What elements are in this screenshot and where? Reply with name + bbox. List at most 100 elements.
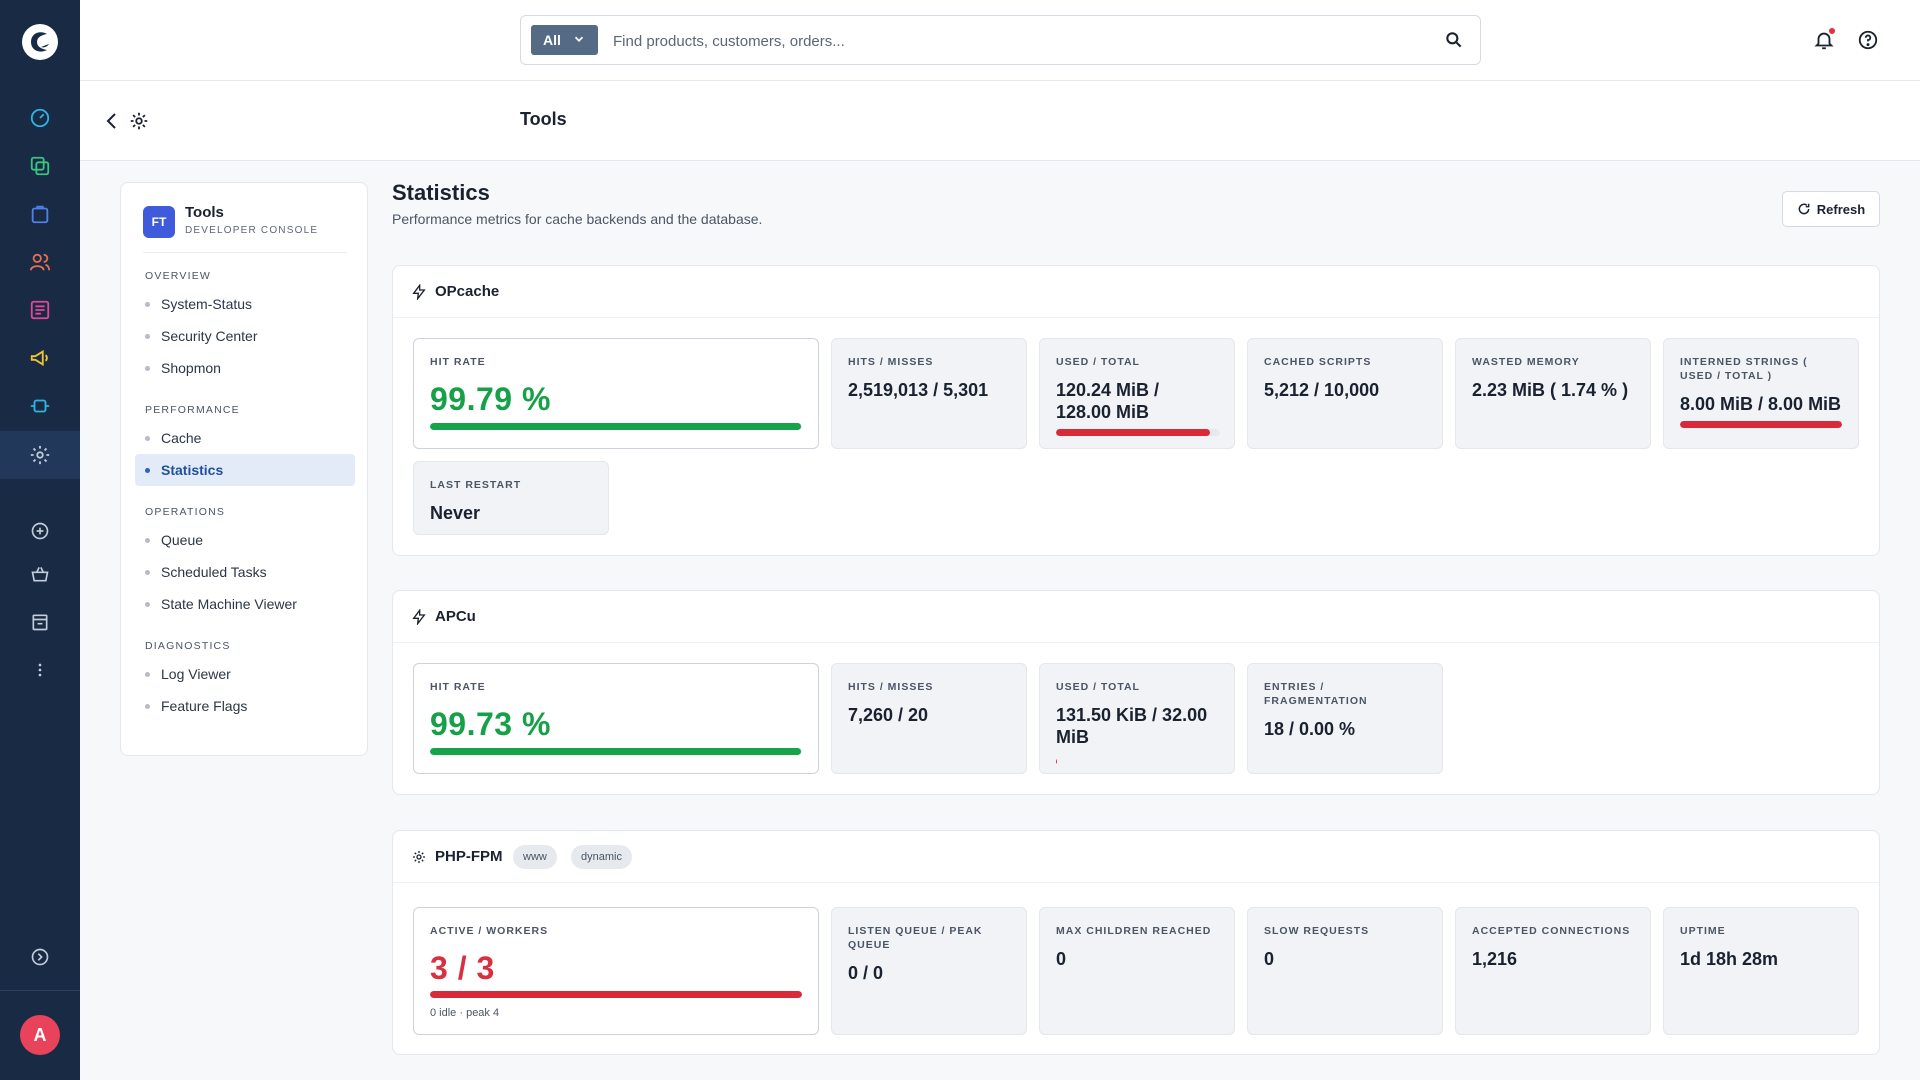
nav-item-statistics[interactable]: Statistics [135, 454, 355, 486]
help-icon [1858, 30, 1878, 50]
tile-label: ACCEPTED CONNECTIONS [1472, 925, 1631, 937]
app-badge: FT [143, 206, 175, 238]
app-title: Tools [185, 204, 224, 221]
nav-item-log-viewer[interactable]: Log Viewer [135, 658, 355, 690]
more-icon[interactable] [26, 656, 54, 684]
search-input[interactable] [613, 28, 1413, 54]
sales-channel-icon[interactable] [26, 560, 54, 588]
nav-divider [143, 252, 347, 253]
tile-value: 120.24 MiB / 128.00 MiB [1056, 380, 1160, 422]
bullet [145, 436, 150, 441]
nav-item-scheduled-tasks[interactable]: Scheduled Tasks [135, 556, 355, 588]
progress-bar [430, 423, 802, 430]
tile-value: 1d 18h 28m [1680, 949, 1779, 969]
apcu-section: APCu HIT RATE 99.73 % HITS / MISSES 7,26… [392, 590, 1880, 795]
notification-dot [1828, 27, 1836, 35]
customers-icon[interactable] [26, 248, 54, 276]
nav-item-security-center[interactable]: Security Center [135, 320, 355, 352]
tile-value: 5,212 / 10,000 [1264, 380, 1380, 400]
refresh-button[interactable]: Refresh [1782, 191, 1880, 227]
fpm-accepted-tile: ACCEPTED CONNECTIONS 1,216 [1455, 907, 1651, 1035]
tile-label: HIT RATE [430, 356, 486, 368]
fpm-queue-tile: LISTEN QUEUE / PEAK QUEUE 0 / 0 [831, 907, 1027, 1035]
nav-item-state-machine-viewer[interactable]: State Machine Viewer [135, 588, 355, 620]
progress-fill [430, 748, 801, 755]
tile-label: LAST RESTART [430, 479, 522, 491]
progress-bar [430, 991, 802, 998]
tile-value: 99.73 % [430, 706, 551, 742]
dashboard-icon[interactable] [26, 104, 54, 132]
page-subtitle: Performance metrics for cache backends a… [392, 211, 763, 227]
help-button[interactable] [1854, 26, 1882, 54]
nav-item-label: System-Status [161, 296, 253, 312]
nav-item-system-status[interactable]: System-Status [135, 288, 355, 320]
content-icon[interactable] [26, 296, 54, 324]
nav-item-label: State Machine Viewer [161, 596, 297, 612]
refresh-label: Refresh [1816, 201, 1866, 217]
extensions-icon[interactable] [26, 392, 54, 420]
expand-icon[interactable] [26, 943, 54, 971]
opcache-restart-tile: LAST RESTART Never [413, 461, 609, 535]
progress-fill [1056, 429, 1210, 436]
gear-icon[interactable] [128, 110, 150, 132]
opcache-scripts-tile: CACHED SCRIPTS 5,212 / 10,000 [1247, 338, 1443, 449]
tile-value: 2.23 MiB ( 1.74 % ) [1472, 380, 1629, 400]
section-title: PHP-FPM [435, 848, 503, 865]
bolt-icon [412, 284, 426, 300]
catalog-icon[interactable] [26, 152, 54, 180]
tile-value: 7,260 / 20 [848, 705, 929, 725]
nav-item-label: Queue [161, 532, 204, 548]
nav-item-label: Security Center [161, 328, 258, 344]
progress-fill [1056, 758, 1057, 765]
progress-bar [430, 748, 802, 755]
avatar[interactable]: A [20, 1015, 60, 1055]
tile-value: 0 [1056, 949, 1067, 969]
bullet [145, 468, 150, 473]
tile-value: 8.00 MiB / 8.00 MiB [1680, 394, 1842, 414]
section-header: PHP-FPM www dynamic [393, 831, 1879, 883]
settings-icon[interactable] [26, 441, 54, 469]
back-icon[interactable] [100, 109, 124, 133]
nav-item-shopmon[interactable]: Shopmon [135, 352, 355, 384]
marketing-icon[interactable] [26, 344, 54, 372]
refresh-icon [1798, 203, 1810, 215]
nav-section-diagnostics: DIAGNOSTICS [145, 640, 231, 652]
tile-label: HITS / MISSES [848, 681, 934, 693]
nav-item-label: Cache [161, 430, 202, 446]
bullet [145, 334, 150, 339]
search-icon[interactable] [1444, 30, 1464, 50]
tile-label: ENTRIES / FRAGMENTATION [1264, 681, 1368, 707]
tile-value: 0 / 0 [848, 963, 884, 983]
brand-logo-icon[interactable] [20, 22, 60, 62]
section-header: APCu [393, 591, 1879, 643]
tile-label: HIT RATE [430, 681, 486, 693]
nav-item-feature-flags[interactable]: Feature Flags [135, 690, 355, 722]
nav-item-label: Shopmon [161, 360, 221, 376]
tile-value: 1,216 [1472, 949, 1518, 969]
tile-label: USED / TOTAL [1056, 356, 1140, 368]
pool-badge: www [513, 845, 557, 869]
tile-label: ACTIVE / WORKERS [430, 925, 549, 937]
main-rail: A [0, 0, 80, 1080]
nav-item-label: Log Viewer [161, 666, 231, 682]
nav-item-queue[interactable]: Queue [135, 524, 355, 556]
apcu-entries-tile: ENTRIES / FRAGMENTATION 18 / 0.00 % [1247, 663, 1443, 774]
store-icon[interactable] [26, 608, 54, 636]
search-scope-label: All [543, 32, 561, 48]
bullet [145, 538, 150, 543]
opcache-section: OPcache HIT RATE 99.79 % HITS / MISSES 2… [392, 265, 1880, 556]
progress-fill [1680, 421, 1842, 428]
tile-label: MAX CHILDREN REACHED [1056, 925, 1212, 937]
php-fpm-section: PHP-FPM www dynamic ACTIVE / WORKERS 3 /… [392, 830, 1880, 1055]
tile-label: WASTED MEMORY [1472, 356, 1580, 368]
add-icon[interactable] [26, 517, 54, 545]
notifications-button[interactable] [1810, 26, 1838, 54]
nav-item-cache[interactable]: Cache [135, 422, 355, 454]
bullet [145, 570, 150, 575]
orders-icon[interactable] [26, 200, 54, 228]
search-scope-select[interactable]: All [531, 25, 598, 55]
chevron-down-icon [574, 36, 584, 42]
tile-value: Never [430, 503, 481, 523]
section-title: APCu [435, 608, 476, 625]
tile-value: 99.79 % [430, 381, 551, 417]
